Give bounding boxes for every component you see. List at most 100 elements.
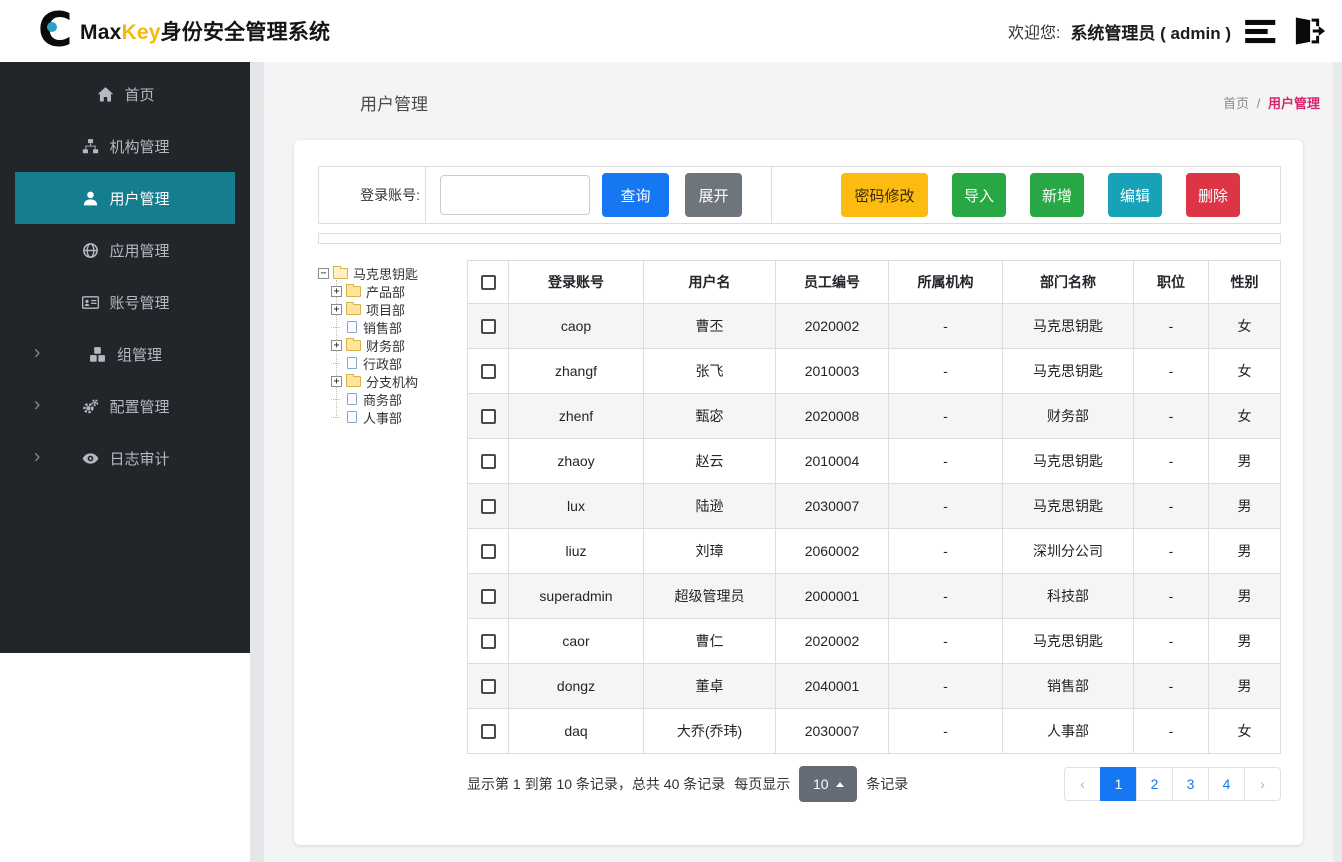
user-table: 登录账号 用户名 员工编号 所属机构 部门名称 职位 性别 caop 曹丕 2020002- 马克… xyxy=(467,260,1281,754)
tree-node-label[interactable]: 项目部 xyxy=(366,300,405,319)
row-checkbox[interactable] xyxy=(480,499,496,515)
row-checkbox[interactable] xyxy=(480,319,496,335)
add-button[interactable]: 新增 xyxy=(1030,173,1084,217)
page-title: 用户管理 xyxy=(360,94,428,114)
table-row[interactable]: dongz 董卓 2040001- 销售部 - 男 xyxy=(467,663,1281,709)
sidebar-item-account[interactable]: 账号管理 xyxy=(15,276,235,328)
welcome-label: 欢迎您: xyxy=(1007,25,1061,42)
select-all-checkbox[interactable] xyxy=(480,275,496,291)
tree-node[interactable]: 人事部 xyxy=(331,408,467,426)
expand-button[interactable]: 展开 xyxy=(685,173,742,217)
table-row[interactable]: lux 陆逊 2030007- 马克思钥匙 - 男 xyxy=(467,483,1281,529)
file-icon xyxy=(347,321,357,333)
row-checkbox[interactable] xyxy=(480,634,496,650)
pagination-page-1[interactable]: 1 xyxy=(1100,767,1137,801)
delete-button[interactable]: 删除 xyxy=(1186,173,1240,217)
query-button[interactable]: 查询 xyxy=(602,173,669,217)
tree-node-label[interactable]: 马克思钥匙 xyxy=(353,264,418,283)
breadcrumb-home[interactable]: 首页 xyxy=(1223,96,1249,111)
cell-login: caop xyxy=(508,303,644,349)
brand-title: MaxKey身份安全管理系统 xyxy=(80,16,330,46)
row-checkbox[interactable] xyxy=(480,679,496,695)
column-header: 用户名 xyxy=(643,260,776,304)
table-row[interactable]: caor 曹仁 2020002- 马克思钥匙 - 男 xyxy=(467,618,1281,664)
pagination-page-4[interactable]: 4 xyxy=(1208,767,1245,801)
sidebar-item-config[interactable]: › 配置管理 xyxy=(15,380,235,432)
row-checkbox[interactable] xyxy=(480,454,496,470)
sidebar-item-label: 应用管理 xyxy=(109,242,170,260)
table-row[interactable]: liuz 刘璋 2060002- 深圳分公司 - 男 xyxy=(467,528,1281,574)
tree-node[interactable]: + 财务部 xyxy=(331,336,467,354)
logout-icon[interactable] xyxy=(1292,16,1326,46)
cell-org: - xyxy=(888,393,1003,439)
tree-node[interactable]: + 产品部 xyxy=(331,282,467,300)
import-button[interactable]: 导入 xyxy=(952,173,1006,217)
row-checkbox-cell xyxy=(467,393,509,439)
column-header: 员工编号 xyxy=(775,260,889,304)
table-header: 登录账号 用户名 员工编号 所属机构 部门名称 职位 性别 xyxy=(467,260,1281,304)
tree-node-label[interactable]: 产品部 xyxy=(366,282,405,301)
scrollbar-track[interactable] xyxy=(1333,62,1342,862)
table-row[interactable]: daq 大乔(乔玮) 2030007- 人事部 - 女 xyxy=(467,708,1281,754)
row-checkbox[interactable] xyxy=(480,364,496,380)
tree-node-label[interactable]: 行政部 xyxy=(363,354,402,373)
row-checkbox[interactable] xyxy=(480,724,496,740)
tree-node-label[interactable]: 分支机构 xyxy=(366,372,418,391)
tree-root-node[interactable]: − 马克思钥匙 xyxy=(318,264,467,282)
tree-node[interactable]: 行政部 xyxy=(331,354,467,372)
expand-icon[interactable]: + xyxy=(331,285,342,297)
sidebar-item-org[interactable]: 机构管理 xyxy=(15,120,235,172)
sidebar-item-group[interactable]: › 组管理 xyxy=(15,328,235,380)
tree-node-label[interactable]: 人事部 xyxy=(363,408,402,427)
chevron-right-icon: › xyxy=(34,394,41,416)
expand-icon[interactable]: + xyxy=(331,303,342,315)
tree-node-label[interactable]: 商务部 xyxy=(363,390,402,409)
gears-icon xyxy=(80,397,100,415)
column-header: 所属机构 xyxy=(888,260,1003,304)
pagination-page-3[interactable]: 3 xyxy=(1172,767,1209,801)
sidebar-item-audit[interactable]: › 日志审计 xyxy=(15,432,235,484)
edit-button[interactable]: 编辑 xyxy=(1108,173,1162,217)
pagination-next[interactable]: › xyxy=(1244,767,1281,801)
table-body: caop 曹丕 2020002- 马克思钥匙 - 女 zhangf 张飞 2010003- 马克思… xyxy=(467,303,1281,754)
sidebar-item-label: 日志审计 xyxy=(109,450,170,468)
table-row[interactable]: zhenf 甄宓 2020008- 财务部 - 女 xyxy=(467,393,1281,439)
cell-org: - xyxy=(888,708,1003,754)
cell-position: - xyxy=(1133,528,1209,574)
cell-org: - xyxy=(888,348,1003,394)
expand-icon[interactable]: + xyxy=(331,339,342,351)
cell-name: 甄宓 xyxy=(643,393,776,439)
collapse-icon[interactable]: − xyxy=(318,267,329,279)
tree-node[interactable]: + 项目部 xyxy=(331,300,467,318)
row-checkbox[interactable] xyxy=(480,589,496,605)
sidebar-item-home[interactable]: 首页 xyxy=(15,68,235,120)
row-checkbox[interactable] xyxy=(480,544,496,560)
tree-node-label[interactable]: 财务部 xyxy=(366,336,405,355)
table-row[interactable]: caop 曹丕 2020002- 马克思钥匙 - 女 xyxy=(467,303,1281,349)
list-icon[interactable] xyxy=(1245,17,1278,46)
tree-node-label[interactable]: 销售部 xyxy=(363,318,402,337)
tree-node[interactable]: + 分支机构 xyxy=(331,372,467,390)
cell-position: - xyxy=(1133,573,1209,619)
globe-icon xyxy=(80,241,100,259)
cell-dept: 马克思钥匙 xyxy=(1002,438,1134,484)
expand-icon[interactable]: + xyxy=(331,375,342,387)
pagination-page-2[interactable]: 2 xyxy=(1136,767,1173,801)
cell-name: 超级管理员 xyxy=(643,573,776,619)
tree-node[interactable]: 商务部 xyxy=(331,390,467,408)
main-area: 用户管理 首页 / 用户管理 登录账号: 查询 展开 密码修改 导入 新增 编辑… xyxy=(250,62,1342,862)
table-row[interactable]: superadmin 超级管理员 2000001- 科技部 - 男 xyxy=(467,573,1281,619)
password-change-button[interactable]: 密码修改 xyxy=(841,173,928,217)
table-row[interactable]: zhangf 张飞 2010003- 马克思钥匙 - 女 xyxy=(467,348,1281,394)
sidebar-item-app[interactable]: 应用管理 xyxy=(15,224,235,276)
header-right: 欢迎您: 系统管理员 ( admin ) xyxy=(1008,16,1326,46)
table-row[interactable]: zhaoy 赵云 2010004- 马克思钥匙 - 男 xyxy=(467,438,1281,484)
page-size-dropdown[interactable]: 10 xyxy=(799,766,858,802)
pagination-prev[interactable]: ‹ xyxy=(1064,767,1101,801)
tree-node[interactable]: 销售部 xyxy=(331,318,467,336)
cell-name: 曹丕 xyxy=(643,303,776,349)
cell-name: 张飞 xyxy=(643,348,776,394)
sidebar-item-user[interactable]: 用户管理 xyxy=(15,172,235,224)
search-input[interactable] xyxy=(440,175,590,215)
row-checkbox[interactable] xyxy=(480,409,496,425)
